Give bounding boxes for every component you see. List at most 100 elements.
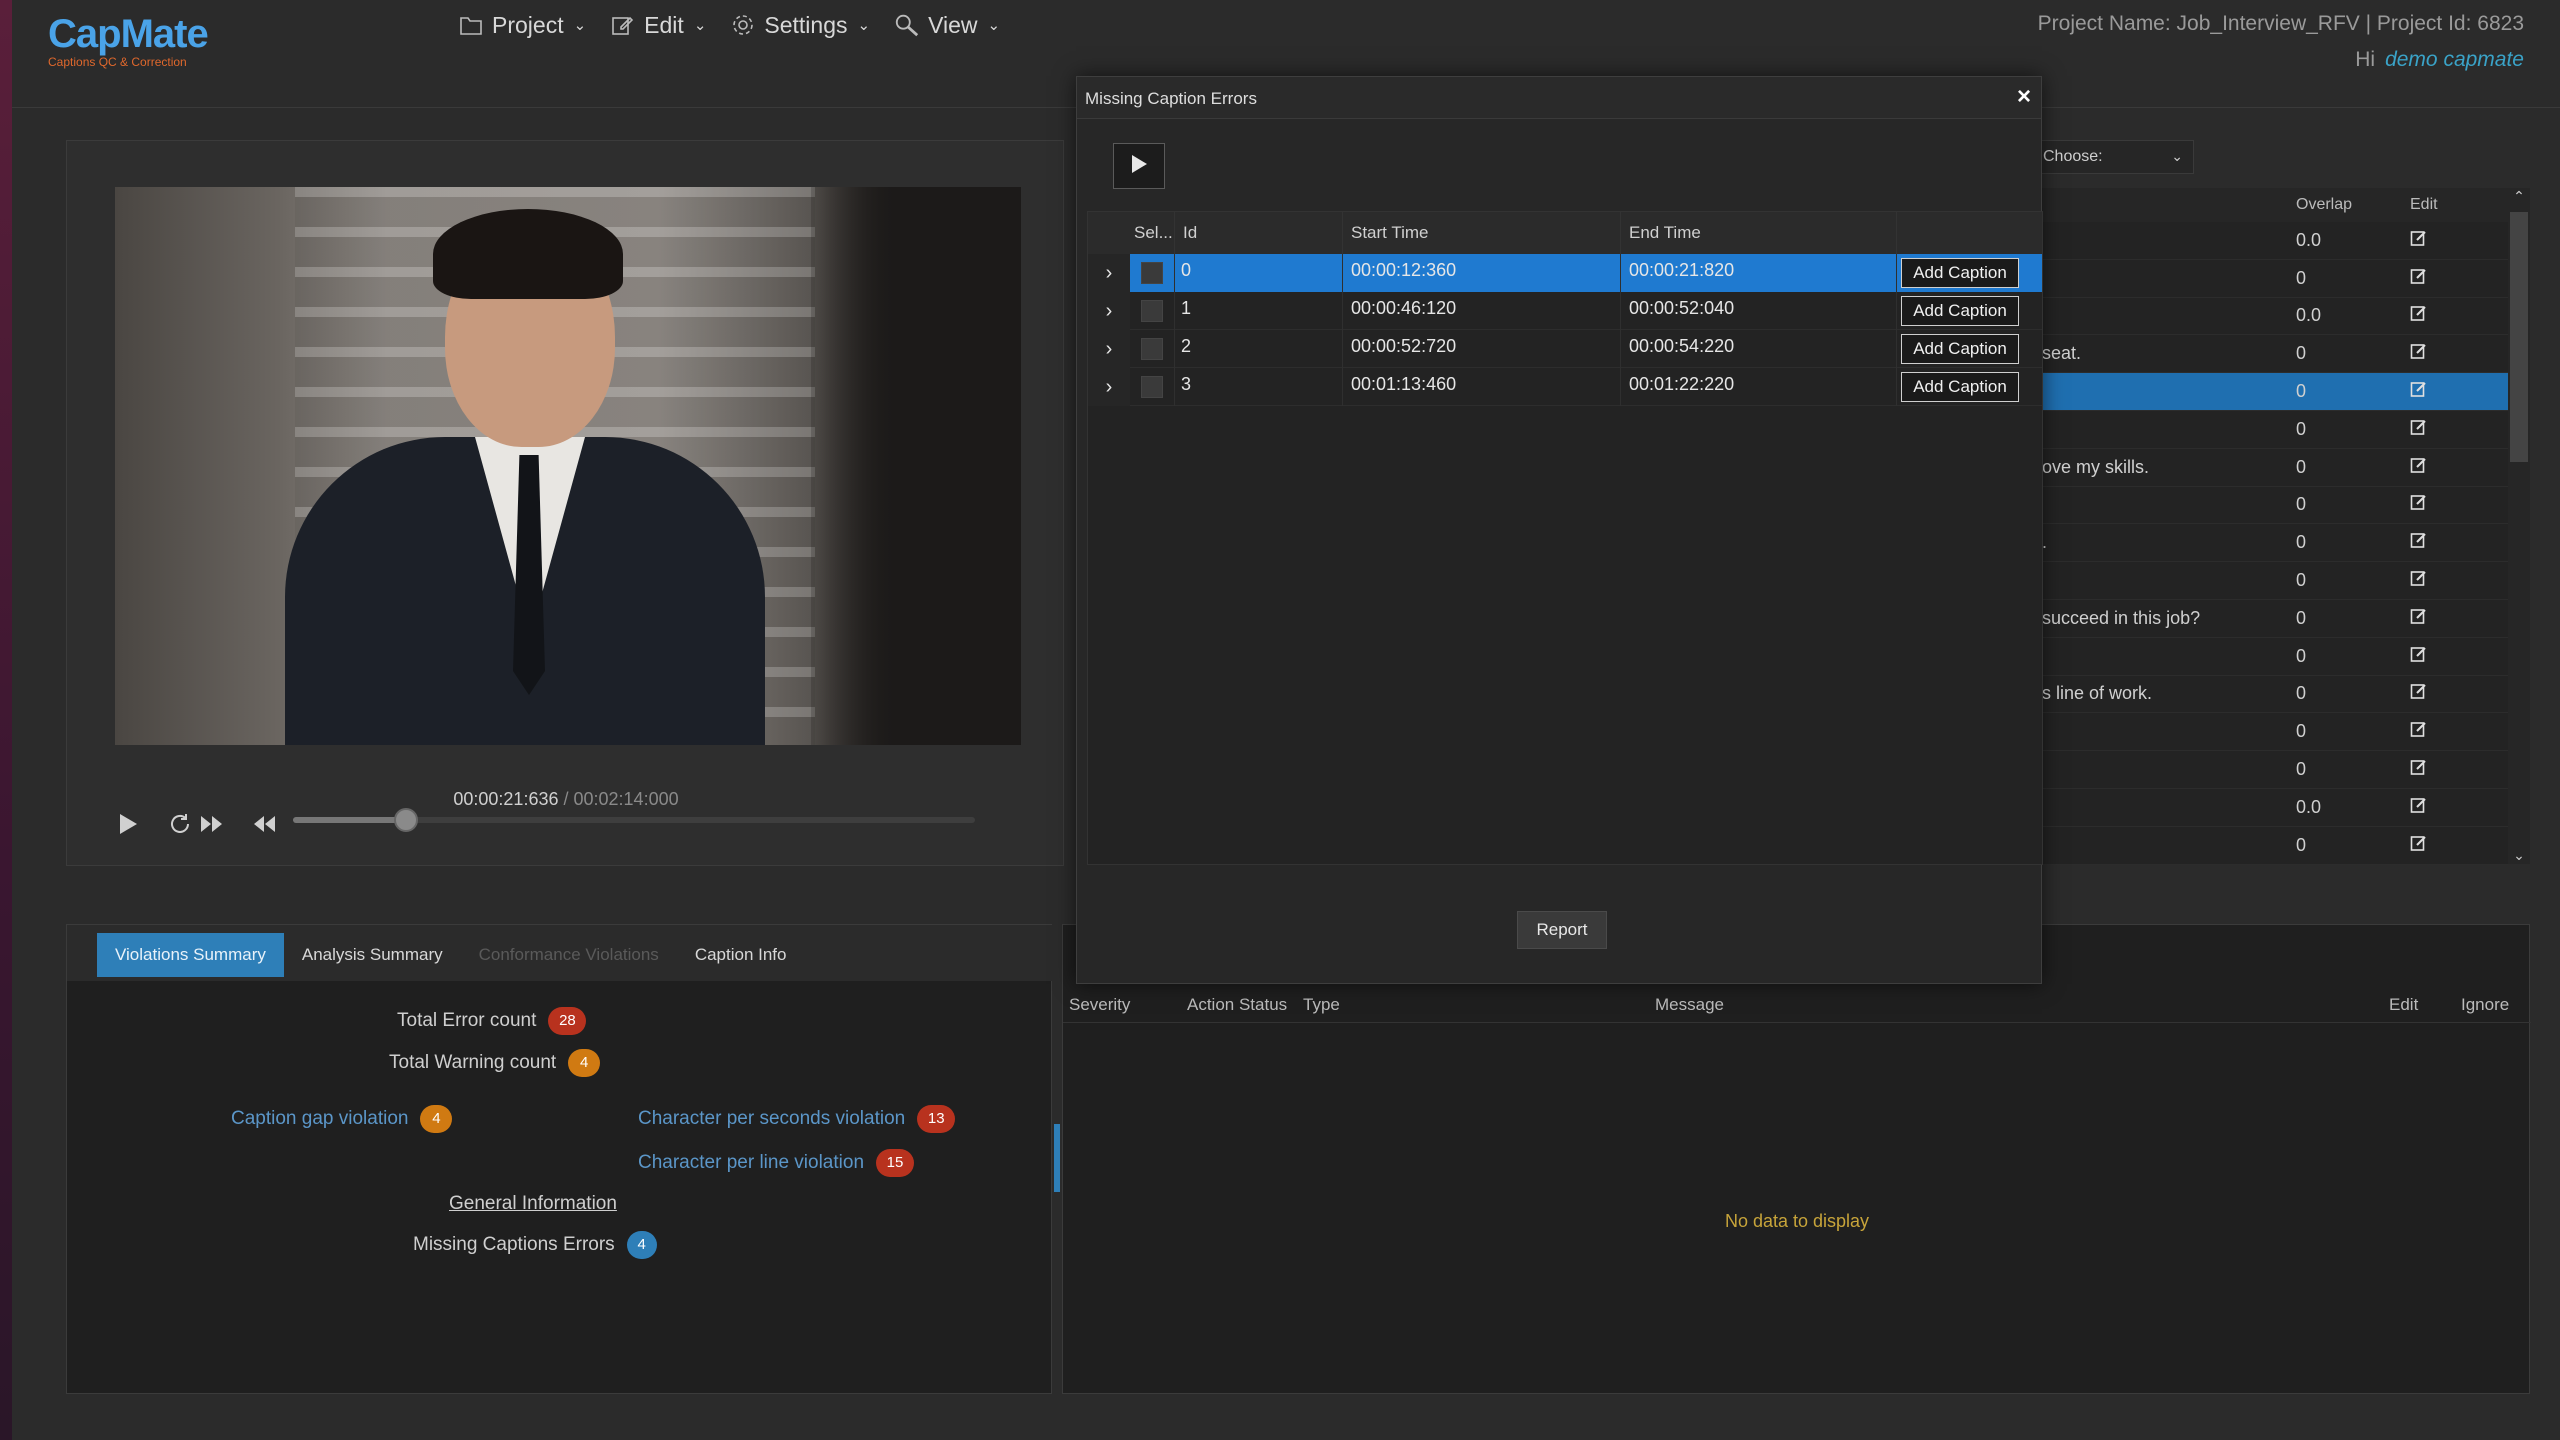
- edit-icon[interactable]: [2380, 645, 2500, 668]
- table-row[interactable]: › 2 00:00:52:720 00:00:54:220 Add Caption: [1088, 329, 2042, 368]
- table-row[interactable]: 0.0: [2030, 789, 2508, 827]
- cpl-label[interactable]: Character per line violation: [638, 1152, 864, 1174]
- edit-icon[interactable]: [2380, 418, 2500, 441]
- cps-stat[interactable]: Character per seconds violation 13: [638, 1105, 956, 1133]
- edit-icon[interactable]: [2380, 796, 2500, 819]
- cps-label[interactable]: Character per seconds violation: [638, 1108, 905, 1130]
- play-icon[interactable]: [111, 807, 145, 841]
- chevron-right-icon[interactable]: ›: [1088, 367, 1130, 406]
- edit-icon[interactable]: [2380, 456, 2500, 479]
- header-overlap[interactable]: Overlap: [2270, 188, 2380, 222]
- header-select[interactable]: Sel...: [1130, 223, 1174, 243]
- table-row[interactable]: 0.0: [2030, 298, 2508, 336]
- caption-table-scrollbar[interactable]: ⌃ ⌄: [2508, 188, 2530, 864]
- add-caption-button[interactable]: Add Caption: [1901, 295, 2019, 326]
- table-row[interactable]: 0: [2030, 827, 2508, 865]
- table-row[interactable]: 0: [2030, 751, 2508, 789]
- table-row[interactable]: ove my skills. 0: [2030, 449, 2508, 487]
- table-row[interactable]: › 3 00:01:13:460 00:01:22:220 Add Caption: [1088, 367, 2042, 406]
- play-button[interactable]: [1113, 143, 1165, 189]
- table-row[interactable]: 0: [2030, 562, 2508, 600]
- table-row[interactable]: 0: [2030, 638, 2508, 676]
- total-warning-stat: Total Warning count 4: [389, 1049, 601, 1077]
- header-message[interactable]: Message: [1655, 995, 1724, 1015]
- menu-edit[interactable]: Edit ⌄: [610, 8, 706, 42]
- edit-icon[interactable]: [2380, 380, 2500, 403]
- edit-icon[interactable]: [2380, 569, 2500, 592]
- chevron-right-icon[interactable]: ›: [1088, 291, 1130, 330]
- scroll-up-icon[interactable]: ⌃: [2508, 188, 2530, 205]
- table-row[interactable]: › 1 00:00:46:120 00:00:52:040 Add Caption: [1088, 291, 2042, 330]
- row-checkbox[interactable]: [1141, 261, 1163, 284]
- scroll-down-icon[interactable]: ⌄: [2508, 847, 2530, 864]
- edit-icon[interactable]: [2380, 682, 2500, 705]
- overlap-value: 0: [2296, 759, 2307, 780]
- edit-icon[interactable]: [2380, 531, 2500, 554]
- table-row[interactable]: s line of work. 0: [2030, 676, 2508, 714]
- menu-project[interactable]: Project ⌄: [458, 8, 586, 42]
- seek-bar[interactable]: [293, 808, 975, 832]
- caption-gap-label[interactable]: Caption gap violation: [231, 1108, 408, 1130]
- table-row[interactable]: .0: [2030, 524, 2508, 563]
- table-row[interactable]: 0.0: [2030, 222, 2508, 260]
- row-checkbox[interactable]: [1141, 375, 1163, 398]
- tab-violations-summary[interactable]: Violations Summary: [97, 933, 284, 977]
- chevron-right-icon[interactable]: ›: [1088, 329, 1130, 368]
- edit-icon[interactable]: [2380, 342, 2500, 365]
- edit-icon[interactable]: [2380, 758, 2500, 781]
- header-severity[interactable]: Severity: [1069, 995, 1130, 1015]
- missing-captions-label[interactable]: Missing Captions Errors: [413, 1234, 615, 1256]
- add-caption-button[interactable]: Add Caption: [1901, 333, 2019, 364]
- edit-icon[interactable]: [2380, 834, 2500, 857]
- row-content: 1 00:00:46:120 00:00:52:040 Add Caption: [1130, 291, 2042, 330]
- chevron-right-icon[interactable]: ›: [1088, 253, 1130, 292]
- violations-scrollbar[interactable]: [1054, 1124, 1060, 1192]
- tab-analysis-summary[interactable]: Analysis Summary: [284, 933, 461, 977]
- table-row[interactable]: 0: [2030, 411, 2508, 449]
- missing-captions-stat[interactable]: Missing Captions Errors 4: [413, 1231, 657, 1259]
- header-end-time[interactable]: End Time: [1620, 212, 1896, 254]
- table-row[interactable]: › 0 00:00:12:360 00:00:21:820 Add Caption: [1088, 253, 2042, 292]
- add-caption-button[interactable]: Add Caption: [1901, 257, 2019, 288]
- fast-forward-icon[interactable]: [195, 807, 229, 841]
- logo[interactable]: CapMate Captions QC & Correction: [48, 12, 209, 69]
- table-row[interactable]: succeed in this job? 0: [2030, 600, 2508, 638]
- add-caption-button[interactable]: Add Caption: [1901, 371, 2019, 402]
- edit-icon[interactable]: [2380, 229, 2500, 252]
- scrollbar-thumb[interactable]: [2510, 212, 2528, 462]
- table-row[interactable]: seat. 0: [2030, 335, 2508, 374]
- row-checkbox[interactable]: [1141, 299, 1163, 322]
- total-error-badge: 28: [548, 1007, 587, 1035]
- edit-icon[interactable]: [2380, 304, 2500, 327]
- seek-handle[interactable]: [393, 808, 418, 832]
- header-action-status[interactable]: Action Status: [1187, 995, 1287, 1015]
- report-button[interactable]: Report: [1517, 911, 1607, 949]
- table-row[interactable]: 0: [2030, 260, 2508, 298]
- replay-icon[interactable]: [163, 807, 197, 841]
- edit-icon[interactable]: [2380, 493, 2500, 516]
- close-icon[interactable]: ×: [2017, 83, 2031, 111]
- overlap-value: 0: [2296, 456, 2307, 477]
- header-type[interactable]: Type: [1303, 995, 1340, 1015]
- overlap-value: 0: [2296, 494, 2307, 515]
- edit-icon[interactable]: [2380, 607, 2500, 630]
- table-row[interactable]: 0: [2030, 713, 2508, 752]
- caption-gap-stat[interactable]: Caption gap violation 4: [231, 1105, 453, 1133]
- row-action: Add Caption: [1896, 329, 2042, 368]
- video-frame[interactable]: [115, 187, 1021, 745]
- menu-view[interactable]: View ⌄: [894, 8, 1000, 42]
- header-start-time[interactable]: Start Time: [1342, 212, 1620, 254]
- edit-icon[interactable]: [2380, 720, 2500, 743]
- header-id[interactable]: Id: [1174, 212, 1342, 254]
- table-row[interactable]: 0: [2030, 487, 2508, 525]
- choose-dropdown[interactable]: Choose: ⌄: [2030, 140, 2194, 174]
- rewind-icon[interactable]: [247, 807, 281, 841]
- edit-icon[interactable]: [2380, 267, 2500, 290]
- tab-caption-info[interactable]: Caption Info: [677, 933, 805, 977]
- table-row[interactable]: 0: [2030, 373, 2508, 411]
- row-checkbox[interactable]: [1141, 337, 1163, 360]
- cpl-stat[interactable]: Character per line violation 15: [638, 1149, 915, 1177]
- menu-settings[interactable]: Settings ⌄: [730, 8, 870, 42]
- missing-captions-badge: 4: [626, 1231, 657, 1259]
- username-link[interactable]: demo capmate: [2385, 48, 2524, 71]
